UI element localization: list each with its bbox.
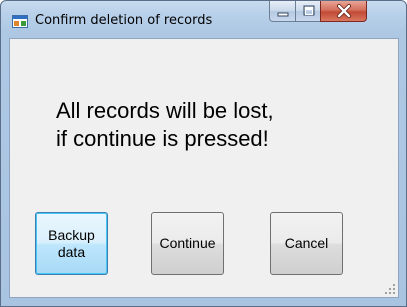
dialog-client-area: All records will be lost, if continue is… <box>9 38 399 298</box>
maximize-icon <box>303 5 315 16</box>
app-form-icon <box>12 15 28 28</box>
resize-grip-icon[interactable] <box>384 283 396 295</box>
minimize-icon <box>277 12 289 17</box>
window-title: Confirm deletion of records <box>35 13 213 28</box>
warning-message-line-1: All records will be lost, <box>56 98 274 123</box>
close-icon <box>337 4 351 18</box>
warning-message: All records will be lost, if continue is… <box>56 97 274 153</box>
cancel-label: Cancel <box>284 235 329 251</box>
backup-data-label: Backup data <box>48 226 95 260</box>
caption-buttons <box>269 1 399 23</box>
warning-message-line-2: if continue is pressed! <box>56 126 269 151</box>
continue-label: Continue <box>159 235 216 251</box>
close-button[interactable] <box>320 1 367 22</box>
continue-button[interactable]: Continue <box>151 212 224 275</box>
backup-data-button[interactable]: Backup data <box>35 212 108 275</box>
cancel-button[interactable]: Cancel <box>270 212 343 275</box>
title-bar[interactable]: Confirm deletion of records <box>1 1 406 39</box>
minimize-button[interactable] <box>269 1 296 22</box>
dialog-window: Confirm deletion of records All records … <box>0 0 407 307</box>
maximize-button[interactable] <box>295 1 321 22</box>
